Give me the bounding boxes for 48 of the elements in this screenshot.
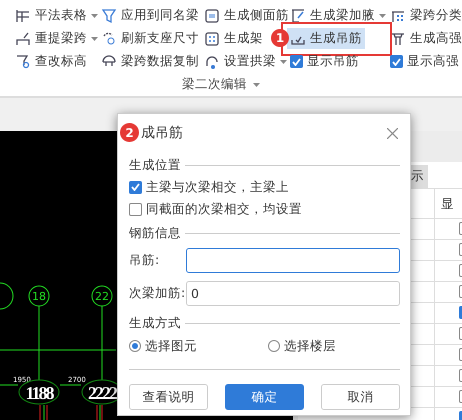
ribbon-button[interactable]: 刷新支座尺寸: [98, 28, 202, 49]
search-icon: [15, 54, 31, 70]
checkbox[interactable]: 同截面的次梁相交，均设置: [129, 198, 302, 220]
step-badge: 1: [271, 29, 289, 47]
check-icon: [292, 58, 301, 66]
section-title: 生成位置: [129, 156, 181, 174]
step-badge: 2: [120, 123, 139, 142]
check-icon: [131, 183, 140, 191]
input-field[interactable]: 0: [186, 281, 400, 306]
ribbon-button[interactable]: 应用到同名梁: [98, 5, 202, 26]
ribbon-button[interactable]: 生成高强: [387, 28, 462, 49]
confirm-button[interactable]: 确定: [225, 384, 304, 410]
radio-button[interactable]: 选择楼层: [268, 338, 400, 354]
dialog-button[interactable]: 查看说明: [129, 384, 208, 410]
close-icon[interactable]: [387, 128, 398, 138]
dialog-button[interactable]: 取消: [321, 384, 400, 410]
table-icon: [15, 8, 31, 24]
axis-bubble: 22: [92, 286, 112, 306]
dotted-frame-icon: [204, 30, 220, 46]
ribbon-button[interactable]: 生成架: [201, 28, 266, 49]
field-label: 吊筋:: [129, 252, 160, 269]
section-title: 钢筋信息: [129, 224, 181, 242]
axis-bubble: 18: [28, 286, 50, 306]
group-label: 梁二次编辑: [182, 76, 247, 93]
checkbox[interactable]: 主梁与次梁相交，主梁上: [129, 176, 289, 198]
arch-icon: [204, 54, 220, 70]
ribbon-button[interactable]: 查改标高: [12, 51, 90, 72]
ribbon-button[interactable]: 生成吊筋: [287, 28, 365, 49]
ribbon-button[interactable]: 平法表格: [12, 5, 101, 26]
check-icon: [392, 58, 401, 66]
beam-icon: [390, 30, 406, 46]
dialog-title: 成吊筋: [141, 124, 184, 142]
column-header: 显: [434, 189, 462, 218]
panel-icon: [204, 8, 220, 24]
input-field[interactable]: [186, 248, 400, 273]
funnel-icon: [101, 8, 117, 24]
rebar-line-drawing: [40, 404, 102, 420]
field-label: 次梁加筋:: [129, 285, 186, 302]
ribbon-button[interactable]: 梁跨分类: [387, 5, 462, 26]
ribbon-button[interactable]: 重提梁跨: [12, 28, 101, 49]
checkbox[interactable]: 显示吊筋: [287, 51, 362, 72]
beam-edit-icon: [290, 8, 306, 24]
checkbox[interactable]: 显示高强: [387, 51, 462, 72]
ribbon-button[interactable]: 设置拱梁: [201, 51, 290, 72]
radio-button[interactable]: 选择图元: [129, 338, 268, 354]
ribbon-button[interactable]: 梁跨数据复制: [98, 51, 202, 72]
refresh-icon: [101, 30, 117, 46]
section-title: 生成方式: [129, 314, 181, 332]
